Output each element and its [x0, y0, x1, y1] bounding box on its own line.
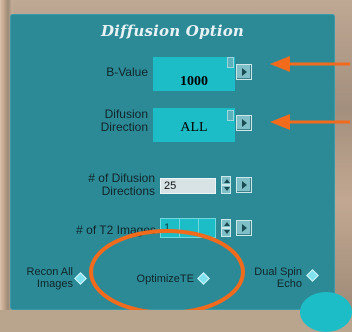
arrow-direction-annotation: [270, 114, 350, 130]
optimize-te-circle-annotation: [89, 229, 245, 310]
annotation-overlay: [89, 56, 350, 310]
arrow-b-value-annotation: [270, 56, 350, 72]
